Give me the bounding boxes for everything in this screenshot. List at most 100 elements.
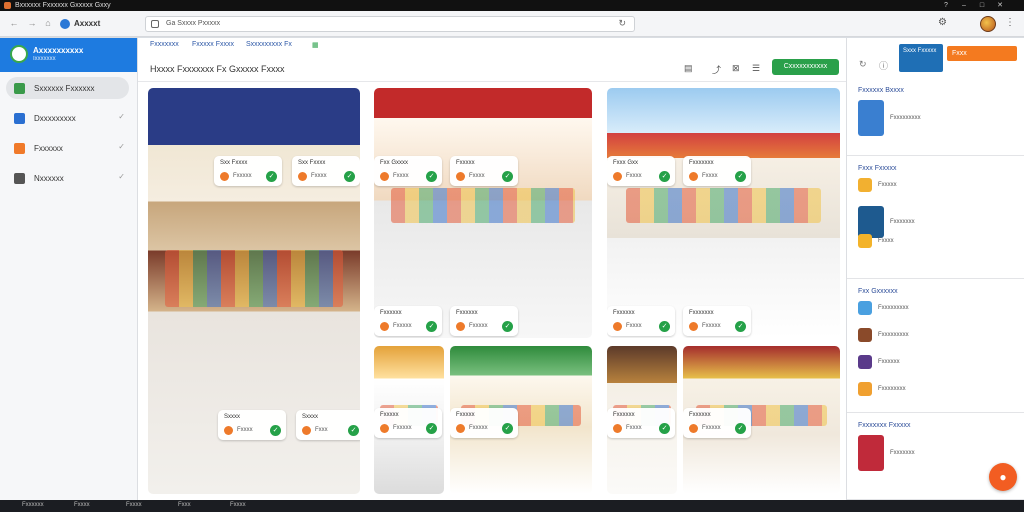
store-card[interactable]: Fxxxxx Fxxxx ✓ bbox=[450, 156, 518, 186]
right-panel-item[interactable]: Fxxxxxx bbox=[858, 355, 900, 369]
account-box[interactable]: Sxxx Fxxxxx bbox=[899, 44, 943, 72]
store-card-label: Fxxxxx bbox=[702, 425, 721, 431]
check-circle-icon[interactable]: ✓ bbox=[735, 423, 746, 434]
store-card-label: Fxxxx bbox=[311, 173, 327, 179]
pin-icon bbox=[298, 172, 307, 181]
upgrade-button-label: Fxxx bbox=[952, 50, 967, 57]
right-panel-item[interactable]: Fxxxxx bbox=[858, 178, 897, 192]
store-card-label: Fxxxx bbox=[626, 173, 642, 179]
mall-image-tile[interactable]: Fxx Gxxxx Fxxxx ✓ Fxxxxx Fxxxx ✓ Fxxxxxx Fxxxxx… bbox=[374, 88, 592, 338]
mall-image-tile[interactable]: Fxxxxxx Fxxxxx ✓ bbox=[683, 346, 840, 494]
right-panel-item[interactable]: Fxxxxxxxxx bbox=[858, 301, 909, 315]
check-circle-icon[interactable]: ✓ bbox=[502, 171, 513, 182]
store-card[interactable]: Fxxxxxxx Fxxxx ✓ bbox=[683, 156, 751, 186]
store-card[interactable]: Fxxxxxx Fxxxxx ✓ bbox=[374, 306, 442, 336]
share-icon[interactable]: ⤴ bbox=[712, 63, 721, 76]
create-button[interactable]: Cxxxxxxxxxxx bbox=[772, 59, 839, 75]
site-logo-icon[interactable] bbox=[60, 19, 70, 29]
site-name[interactable]: Axxxxt bbox=[74, 19, 100, 28]
check-circle-icon[interactable]: ✓ bbox=[659, 171, 670, 182]
check-circle-icon[interactable]: ✓ bbox=[735, 321, 746, 332]
taskbar-item[interactable]: Fxxxx bbox=[230, 502, 246, 508]
right-panel-item[interactable]: Fxxxxxxxxx bbox=[858, 100, 921, 136]
store-card[interactable]: Sxxxx Fxxxx ✓ bbox=[218, 410, 286, 440]
home-icon[interactable]: ⌂ bbox=[42, 17, 54, 29]
sidebar-item-4[interactable]: Nxxxxxx ✓ bbox=[6, 167, 129, 189]
store-card[interactable]: Fxxxxxx Fxxxxx ✓ bbox=[683, 408, 751, 438]
right-panel-item[interactable]: Fxxxxxxxxx bbox=[858, 328, 909, 342]
check-circle-icon[interactable]: ✓ bbox=[266, 171, 277, 182]
taskbar-item[interactable]: Fxxxx bbox=[74, 502, 90, 508]
right-panel-item[interactable]: Fxxxx bbox=[858, 234, 894, 248]
close-icon[interactable]: ✕ bbox=[994, 0, 1006, 11]
mall-image-tile[interactable]: Fxxx Gxx Fxxxx ✓ Fxxxxxxx Fxxxx ✓ Fxxxxxx Fxxxx… bbox=[607, 88, 840, 338]
check-circle-icon[interactable]: ✓ bbox=[502, 321, 513, 332]
chat-fab-icon[interactable]: ● bbox=[989, 463, 1017, 491]
pin-icon bbox=[380, 172, 389, 181]
sidebar-item-2[interactable]: Dxxxxxxxxx ✓ bbox=[6, 107, 129, 129]
item-thumbnail bbox=[858, 355, 872, 369]
avatar[interactable] bbox=[980, 16, 996, 32]
maximize-icon[interactable]: □ bbox=[976, 0, 988, 11]
gear-icon[interactable]: ⚙ bbox=[938, 17, 947, 28]
right-panel-item[interactable]: Fxxxxxxx bbox=[858, 435, 915, 471]
mall-image-tile[interactable]: Fxxxxx Fxxxxx ✓ bbox=[450, 346, 592, 494]
menu-icon[interactable]: ⋮ bbox=[1005, 17, 1015, 28]
tag-icon[interactable]: ⊠ bbox=[732, 63, 740, 74]
check-circle-icon[interactable]: ✓ bbox=[426, 423, 437, 434]
pin-icon bbox=[380, 322, 389, 331]
check-circle-icon[interactable]: ✓ bbox=[502, 423, 513, 434]
taskbar-item[interactable]: Fxxx bbox=[178, 502, 191, 508]
store-card[interactable]: Fxxxxxx Fxxxx ✓ bbox=[607, 306, 675, 336]
check-circle-icon[interactable]: ✓ bbox=[426, 321, 437, 332]
grid-view-icon[interactable]: ▦ bbox=[312, 41, 319, 49]
mall-image-tile[interactable]: Fxxxxx Fxxxxx ✓ bbox=[374, 346, 444, 494]
item-label: Fxxxxxxxx bbox=[878, 386, 906, 392]
top-link-1[interactable]: Fxxxxxxx bbox=[150, 41, 179, 48]
store-card[interactable]: Fxxxxx Fxxxxx ✓ bbox=[374, 408, 442, 438]
store-card[interactable]: Fxxxxxxx Fxxxxx ✓ bbox=[683, 306, 751, 336]
check-circle-icon[interactable]: ✓ bbox=[659, 321, 670, 332]
store-card[interactable]: Fxxxxxx Fxxxx ✓ bbox=[607, 408, 675, 438]
store-card[interactable]: Sxx Fxxxx Fxxxxx ✓ bbox=[214, 156, 282, 186]
store-card[interactable]: Fxx Gxxxx Fxxxx ✓ bbox=[374, 156, 442, 186]
item-label: Fxxxxxxx bbox=[890, 219, 915, 225]
help-icon[interactable]: ? bbox=[940, 0, 952, 11]
sidebar-item-1[interactable]: Sxxxxxx Fxxxxxx bbox=[6, 77, 129, 99]
store-card[interactable]: Sxxxx Fxxx ✓ bbox=[296, 410, 360, 440]
mall-image-tile[interactable]: Fxxxxxx Fxxxx ✓ bbox=[607, 346, 677, 494]
list-icon[interactable]: ▤ bbox=[684, 63, 693, 74]
reload-icon[interactable]: ↻ bbox=[618, 18, 626, 29]
check-circle-icon[interactable]: ✓ bbox=[270, 425, 281, 436]
store-card-label: Fxxxx bbox=[626, 425, 642, 431]
back-icon[interactable]: ← bbox=[8, 17, 20, 29]
check-circle-icon[interactable]: ✓ bbox=[348, 425, 359, 436]
pin-icon bbox=[613, 172, 622, 181]
sidebar-item-label: Nxxxxxx bbox=[34, 173, 64, 183]
store-card[interactable]: Sxx Fxxxx Fxxxx ✓ bbox=[292, 156, 360, 186]
check-circle-icon[interactable]: ✓ bbox=[426, 171, 437, 182]
pin-icon bbox=[380, 424, 389, 433]
check-circle-icon[interactable]: ✓ bbox=[735, 171, 746, 182]
info-icon[interactable]: ⓘ bbox=[879, 59, 888, 72]
filter-icon[interactable]: ☰ bbox=[752, 63, 760, 74]
taskbar-item[interactable]: Fxxxxxx bbox=[22, 502, 44, 508]
top-link-3[interactable]: Sxxxxxxxxx Fx bbox=[246, 41, 292, 48]
check-circle-icon[interactable]: ✓ bbox=[344, 171, 355, 182]
minimize-icon[interactable]: – bbox=[958, 0, 970, 11]
top-link-2[interactable]: Fxxxxx Fxxxx bbox=[192, 41, 234, 48]
taskbar-item[interactable]: Fxxxx bbox=[126, 502, 142, 508]
store-card[interactable]: Fxxx Gxx Fxxxx ✓ bbox=[607, 156, 675, 186]
store-card[interactable]: Fxxxxxx Fxxxxx ✓ bbox=[450, 306, 518, 336]
forward-icon[interactable]: → bbox=[26, 17, 38, 29]
store-card-caption: Fxxx Gxx bbox=[613, 160, 638, 166]
upgrade-button[interactable]: Fxxx bbox=[947, 46, 1017, 61]
store-card-caption: Fxxxxxx bbox=[689, 412, 711, 418]
store-card[interactable]: Fxxxxx Fxxxxx ✓ bbox=[450, 408, 518, 438]
refresh-icon[interactable]: ↻ bbox=[859, 59, 867, 70]
check-circle-icon[interactable]: ✓ bbox=[659, 423, 670, 434]
address-bar[interactable]: Ga Sxxxx Pxxxxx ↻ bbox=[145, 16, 635, 32]
sidebar-item-3[interactable]: Fxxxxxx ✓ bbox=[6, 137, 129, 159]
right-panel-item[interactable]: Fxxxxxxxx bbox=[858, 382, 906, 396]
mall-image-tile[interactable]: Sxx Fxxxx Fxxxxx ✓ Sxx Fxxxx Fxxxx ✓ Sxxxx Fxxx… bbox=[148, 88, 360, 494]
